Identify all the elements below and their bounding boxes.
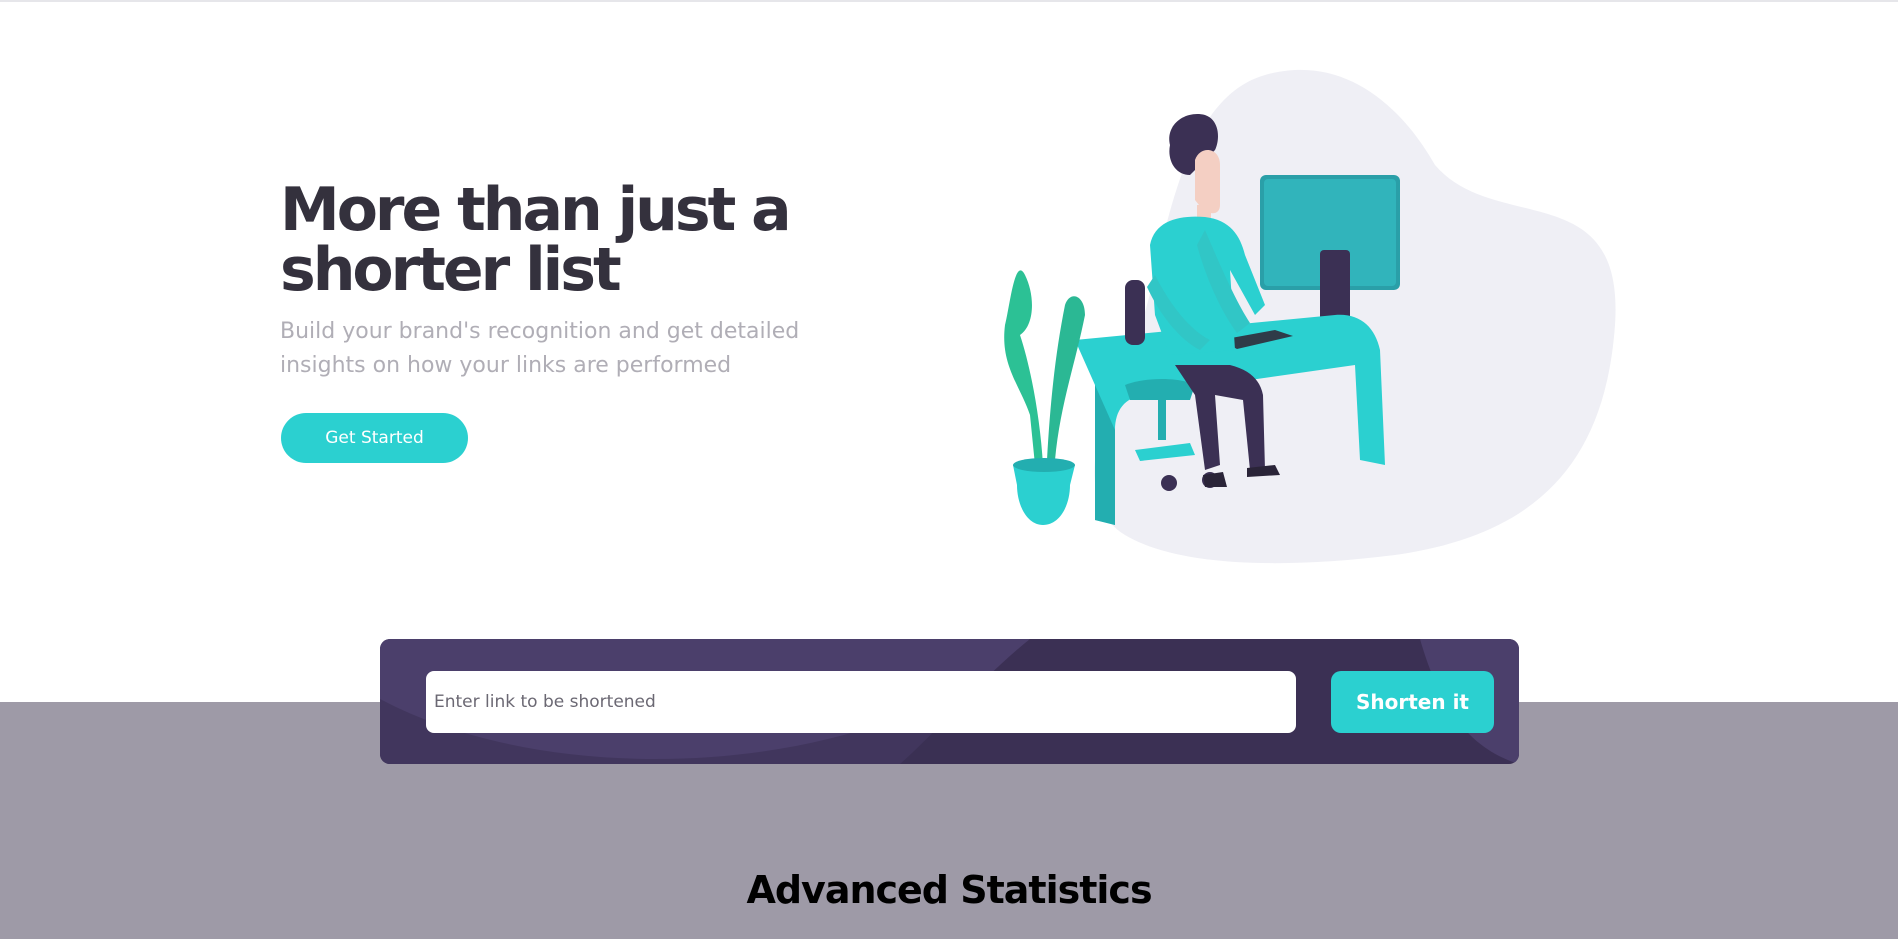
shorten-link-form: Shorten it bbox=[380, 639, 1519, 764]
chair-seat bbox=[1125, 379, 1195, 400]
advanced-statistics-heading: Advanced Statistics bbox=[746, 868, 1152, 912]
chair-wheel bbox=[1161, 475, 1177, 491]
plant-pot bbox=[1013, 465, 1075, 525]
hero-subtitle: Build your brand's recognition and get d… bbox=[280, 319, 800, 378]
plant-leaf bbox=[1004, 270, 1043, 465]
hero-title: More than just a shorter list bbox=[280, 175, 792, 305]
person-face bbox=[1195, 149, 1220, 214]
shorten-it-button[interactable]: Shorten it bbox=[1331, 671, 1494, 733]
person-working-at-desk-illustration bbox=[1004, 69, 1616, 564]
top-divider bbox=[0, 0, 1898, 2]
link-input[interactable] bbox=[426, 671, 1296, 733]
get-started-button[interactable]: Get Started bbox=[281, 413, 468, 463]
plant-leaf bbox=[1047, 296, 1085, 460]
chair-back bbox=[1125, 280, 1145, 345]
